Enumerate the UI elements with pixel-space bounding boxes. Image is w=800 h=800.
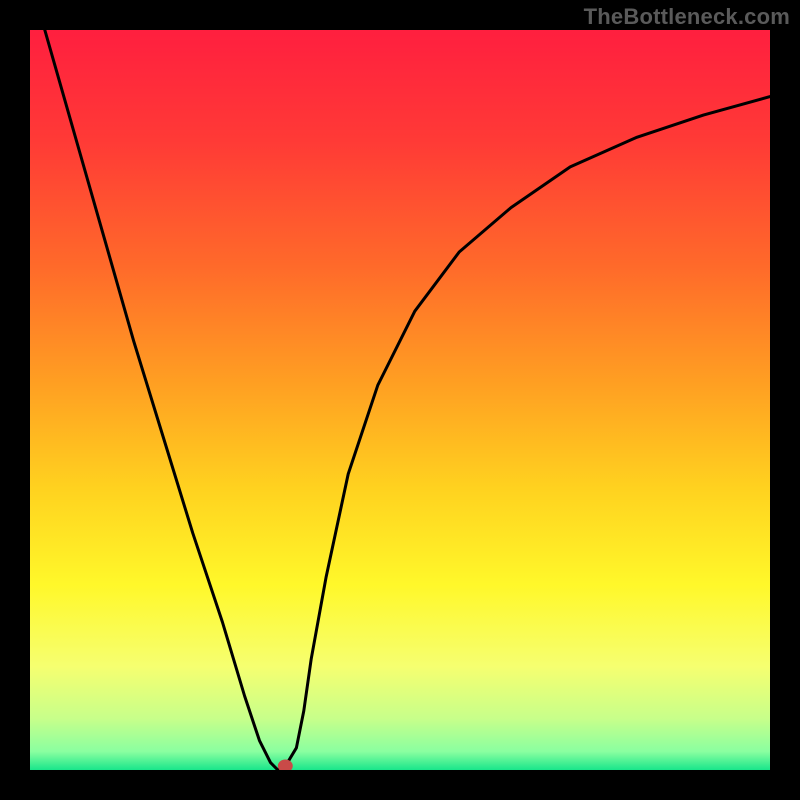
chart-svg [30,30,770,770]
chart-frame: TheBottleneck.com [0,0,800,800]
gradient-background [30,30,770,770]
minimum-marker [278,760,292,770]
plot-area [30,30,770,770]
attribution-text: TheBottleneck.com [584,4,790,30]
